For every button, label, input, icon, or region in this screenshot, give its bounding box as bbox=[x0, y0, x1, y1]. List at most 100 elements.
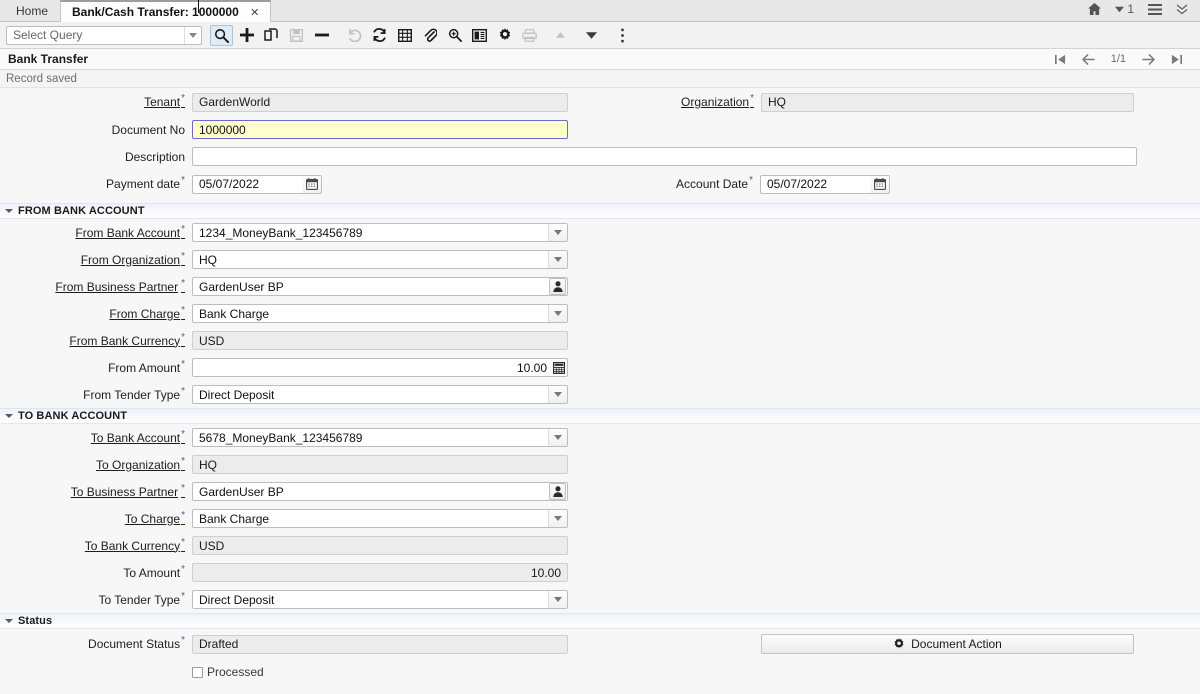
new-record-button[interactable] bbox=[235, 25, 258, 46]
processed-label: Processed bbox=[207, 665, 264, 679]
to-bank-account-field[interactable]: 5678_MoneyBank_123456789 bbox=[192, 428, 568, 447]
from-business-partner-field[interactable]: GardenUser BP bbox=[192, 277, 568, 296]
grid-toggle-button[interactable] bbox=[393, 25, 416, 46]
to-tender-type-value: Direct Deposit bbox=[199, 592, 275, 607]
preferences-button[interactable] bbox=[493, 25, 516, 46]
tab-home-label: Home bbox=[16, 4, 49, 18]
home-icon[interactable] bbox=[1088, 3, 1102, 15]
from-bank-account-label: From Bank Account* bbox=[75, 223, 185, 240]
chevron-down-icon[interactable] bbox=[548, 386, 567, 403]
section-status[interactable]: Status bbox=[0, 613, 1200, 629]
delete-record-button[interactable] bbox=[310, 25, 333, 46]
tenant-value: GardenWorld bbox=[199, 95, 271, 109]
chevron-down-icon[interactable] bbox=[548, 305, 567, 322]
from-tender-type-field[interactable]: Direct Deposit bbox=[192, 385, 568, 404]
chevron-down-icon[interactable] bbox=[548, 429, 567, 446]
row-from-business-partner: From Business Partner * GardenUser BP bbox=[0, 273, 1200, 300]
row-from-amount: From Amount* 10.00 bbox=[0, 354, 1200, 381]
from-bank-account-fields: From Bank Account* 1234_MoneyBank_1234567… bbox=[0, 219, 1200, 408]
chevron-double-down-icon[interactable] bbox=[1176, 3, 1188, 15]
gear-icon bbox=[893, 638, 905, 650]
copy-record-button[interactable] bbox=[260, 25, 283, 46]
business-partner-lookup-icon[interactable] bbox=[549, 278, 566, 295]
calendar-icon[interactable] bbox=[302, 174, 322, 194]
to-business-partner-field[interactable]: GardenUser BP bbox=[192, 482, 568, 501]
section-to-bank-account-title: TO BANK ACCOUNT bbox=[18, 410, 128, 422]
to-amount-field: 10.00 bbox=[192, 563, 568, 582]
account-date-input[interactable]: 05/07/2022 bbox=[760, 174, 870, 194]
calendar-icon[interactable] bbox=[870, 174, 890, 194]
to-charge-field[interactable]: Bank Charge bbox=[192, 509, 568, 528]
attachment-button[interactable] bbox=[418, 25, 441, 46]
notifications-indicator[interactable]: 1 bbox=[1115, 3, 1134, 15]
description-input[interactable] bbox=[192, 147, 1137, 166]
find-button[interactable] bbox=[210, 24, 233, 46]
undo-button[interactable] bbox=[343, 25, 366, 46]
row-to-business-partner: To Business Partner * GardenUser BP bbox=[0, 478, 1200, 505]
main-toolbar: Select Query bbox=[0, 22, 1200, 49]
chevron-down-icon bbox=[5, 619, 13, 623]
from-amount-value: 10.00 bbox=[516, 360, 547, 375]
section-from-bank-account[interactable]: FROM BANK ACCOUNT bbox=[0, 203, 1200, 219]
to-bank-currency-field: USD bbox=[192, 536, 568, 555]
tab-home[interactable]: Home bbox=[4, 0, 61, 21]
row-from-tender-type: From Tender Type* Direct Deposit bbox=[0, 381, 1200, 408]
processed-checkbox[interactable]: Processed bbox=[192, 665, 264, 679]
chevron-down-icon[interactable] bbox=[548, 224, 567, 241]
scroll-up-button[interactable] bbox=[549, 25, 572, 46]
organization-field: HQ bbox=[761, 92, 1134, 112]
close-icon[interactable]: ✕ bbox=[250, 7, 259, 19]
document-no-input[interactable]: 1000000 bbox=[192, 0, 568, 139]
payment-date-label: Payment date* bbox=[106, 175, 185, 192]
from-charge-field[interactable]: Bank Charge bbox=[192, 304, 568, 323]
form-header: Bank Transfer 1/1 bbox=[0, 49, 1200, 70]
from-amount-field[interactable]: 10.00 bbox=[192, 358, 568, 377]
business-partner-lookup-icon[interactable] bbox=[549, 483, 566, 500]
next-record-button[interactable] bbox=[1142, 53, 1155, 65]
print-button[interactable] bbox=[518, 25, 541, 46]
to-bank-account-fields: To Bank Account* 5678_MoneyBank_123456789… bbox=[0, 424, 1200, 613]
tab-bar: Home Bank/Cash Transfer: 1000000 ✕ 1 bbox=[0, 0, 1200, 22]
organization-label: Organization* bbox=[681, 93, 754, 110]
refresh-button[interactable] bbox=[368, 25, 391, 46]
notifications-count: 1 bbox=[1127, 2, 1134, 16]
calculator-icon[interactable] bbox=[551, 359, 567, 376]
to-business-partner-label: To Business Partner * bbox=[70, 482, 185, 499]
more-menu-button[interactable] bbox=[611, 25, 634, 46]
to-tender-type-field[interactable]: Direct Deposit bbox=[192, 590, 568, 609]
row-processed: Processed bbox=[0, 659, 1200, 685]
chevron-down-icon[interactable] bbox=[184, 26, 201, 44]
menu-icon[interactable] bbox=[1148, 3, 1162, 15]
account-date-label: Account Date* bbox=[676, 175, 753, 192]
last-record-button[interactable] bbox=[1171, 54, 1182, 65]
document-action-button[interactable]: Document Action bbox=[761, 634, 1134, 654]
select-query-dropdown[interactable]: Select Query bbox=[6, 25, 202, 45]
account-date-value: 05/07/2022 bbox=[767, 177, 828, 191]
chevron-down-icon[interactable] bbox=[548, 510, 567, 527]
from-bank-currency-value: USD bbox=[199, 333, 225, 348]
section-to-bank-account[interactable]: TO BANK ACCOUNT bbox=[0, 408, 1200, 424]
row-to-bank-account: To Bank Account* 5678_MoneyBank_123456789 bbox=[0, 424, 1200, 451]
status-message-bar: Record saved bbox=[0, 70, 1200, 88]
chevron-down-icon[interactable] bbox=[548, 591, 567, 608]
from-organization-field[interactable]: HQ bbox=[192, 250, 568, 269]
form-body: Tenant* GardenWorld Organization* HQ Doc… bbox=[0, 0, 1200, 685]
checkbox-icon[interactable] bbox=[192, 666, 203, 678]
save-button[interactable] bbox=[285, 25, 308, 46]
scroll-down-button[interactable] bbox=[580, 25, 603, 46]
row-document-status: Document Status* Drafted Document Action bbox=[0, 629, 1200, 659]
chevron-down-icon[interactable] bbox=[548, 251, 567, 268]
payment-date-value: 05/07/2022 bbox=[199, 177, 260, 191]
from-bank-account-field[interactable]: 1234_MoneyBank_123456789 bbox=[192, 223, 568, 242]
to-charge-value: Bank Charge bbox=[199, 511, 270, 526]
chevron-down-icon bbox=[5, 414, 13, 418]
record-position: 1/1 bbox=[1110, 53, 1126, 65]
first-record-button[interactable] bbox=[1054, 54, 1066, 65]
record-info-button[interactable] bbox=[468, 25, 491, 46]
to-tender-type-label: To Tender Type* bbox=[98, 590, 185, 607]
from-amount-label: From Amount* bbox=[108, 358, 185, 375]
zoom-button[interactable] bbox=[443, 25, 466, 46]
tab-bank-cash-transfer[interactable]: Bank/Cash Transfer: 1000000 ✕ bbox=[60, 0, 272, 22]
previous-record-button[interactable] bbox=[1081, 53, 1095, 65]
payment-date-input[interactable]: 05/07/2022 bbox=[192, 174, 302, 194]
